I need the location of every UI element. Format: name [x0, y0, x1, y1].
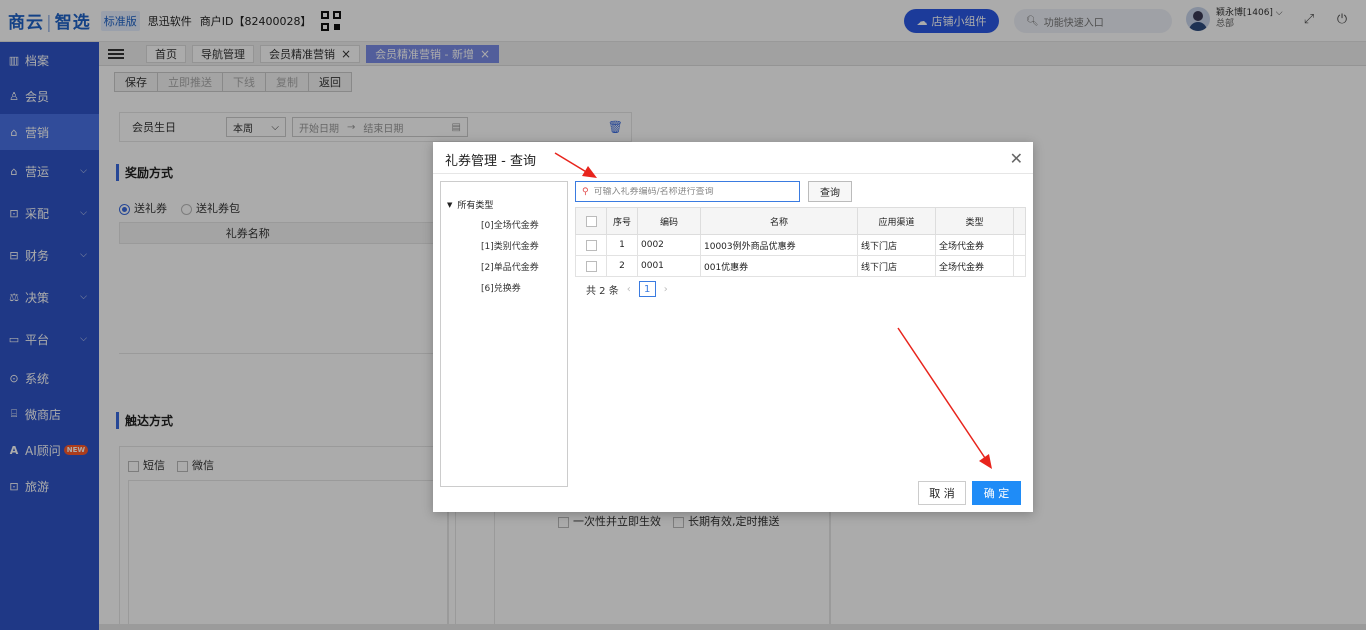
row-spacer	[1013, 255, 1026, 277]
column-header: 类型	[935, 207, 1014, 235]
close-icon[interactable]: ✕	[1010, 149, 1023, 168]
row-spacer	[1013, 234, 1026, 256]
column-header: 编码	[637, 207, 701, 235]
tree-node[interactable]: [2]单品代金券	[481, 260, 539, 273]
prev-page-icon[interactable]: ‹	[627, 284, 631, 295]
column-header: 应用渠道	[857, 207, 936, 235]
cancel-button[interactable]: 取 消	[918, 481, 966, 505]
next-page-icon[interactable]: ›	[664, 284, 668, 295]
row-checkbox[interactable]	[575, 255, 607, 277]
cell-type: 全场代金券	[935, 234, 1014, 256]
cell-seq: 1	[606, 234, 638, 256]
table-row[interactable]: 2 0001 001优惠券 线下门店 全场代金券	[575, 255, 1026, 277]
table-row[interactable]: 1 0002 10003例外商品优惠券 线下门店 全场代金券	[575, 234, 1026, 256]
tree-node[interactable]: [0]全场代金券	[481, 218, 539, 231]
search-icon: ⚲	[582, 186, 589, 197]
cell-name: 10003例外商品优惠券	[700, 234, 858, 256]
header-spacer	[1013, 207, 1026, 235]
column-header: 序号	[606, 207, 638, 235]
coupon-search-input[interactable]	[593, 186, 790, 197]
table-header-row: 序号 编码 名称 应用渠道 类型	[575, 207, 1026, 235]
cell-channel: 线下门店	[857, 255, 936, 277]
cell-code: 0001	[637, 255, 701, 277]
confirm-button[interactable]: 确 定	[972, 481, 1021, 505]
cell-channel: 线下门店	[857, 234, 936, 256]
coupon-table: 序号 编码 名称 应用渠道 类型 1 0002 10003例外商品优惠券 线下门…	[575, 207, 1026, 277]
cell-seq: 2	[606, 255, 638, 277]
cell-type: 全场代金券	[935, 255, 1014, 277]
pagination: 共 2 条 ‹ 1 ›	[586, 281, 668, 297]
coupon-search-field: ⚲	[575, 181, 800, 202]
tree-node-all[interactable]: ▼ 所有类型	[447, 198, 493, 212]
total-count: 共 2 条	[586, 285, 619, 297]
caret-down-icon: ▼	[447, 200, 453, 209]
tree-node[interactable]: [6]兑换券	[481, 281, 521, 294]
divider	[433, 173, 1033, 174]
row-checkbox[interactable]	[575, 234, 607, 256]
coupon-query-dialog: 礼券管理 - 查询 ✕ ▼ 所有类型 [0]全场代金券 [1]类别代金券 [2]单…	[433, 142, 1033, 512]
page-number[interactable]: 1	[638, 281, 656, 297]
column-header: 名称	[700, 207, 858, 235]
tree-node[interactable]: [1]类别代金券	[481, 239, 539, 252]
cell-name: 001优惠券	[700, 255, 858, 277]
cell-code: 0002	[637, 234, 701, 256]
select-all-checkbox[interactable]	[575, 207, 607, 235]
dialog-title: 礼券管理 - 查询	[445, 154, 536, 169]
coupon-type-tree: ▼ 所有类型 [0]全场代金券 [1]类别代金券 [2]单品代金券 [6]兑换券	[440, 181, 568, 487]
query-button[interactable]: 查询	[808, 181, 852, 202]
